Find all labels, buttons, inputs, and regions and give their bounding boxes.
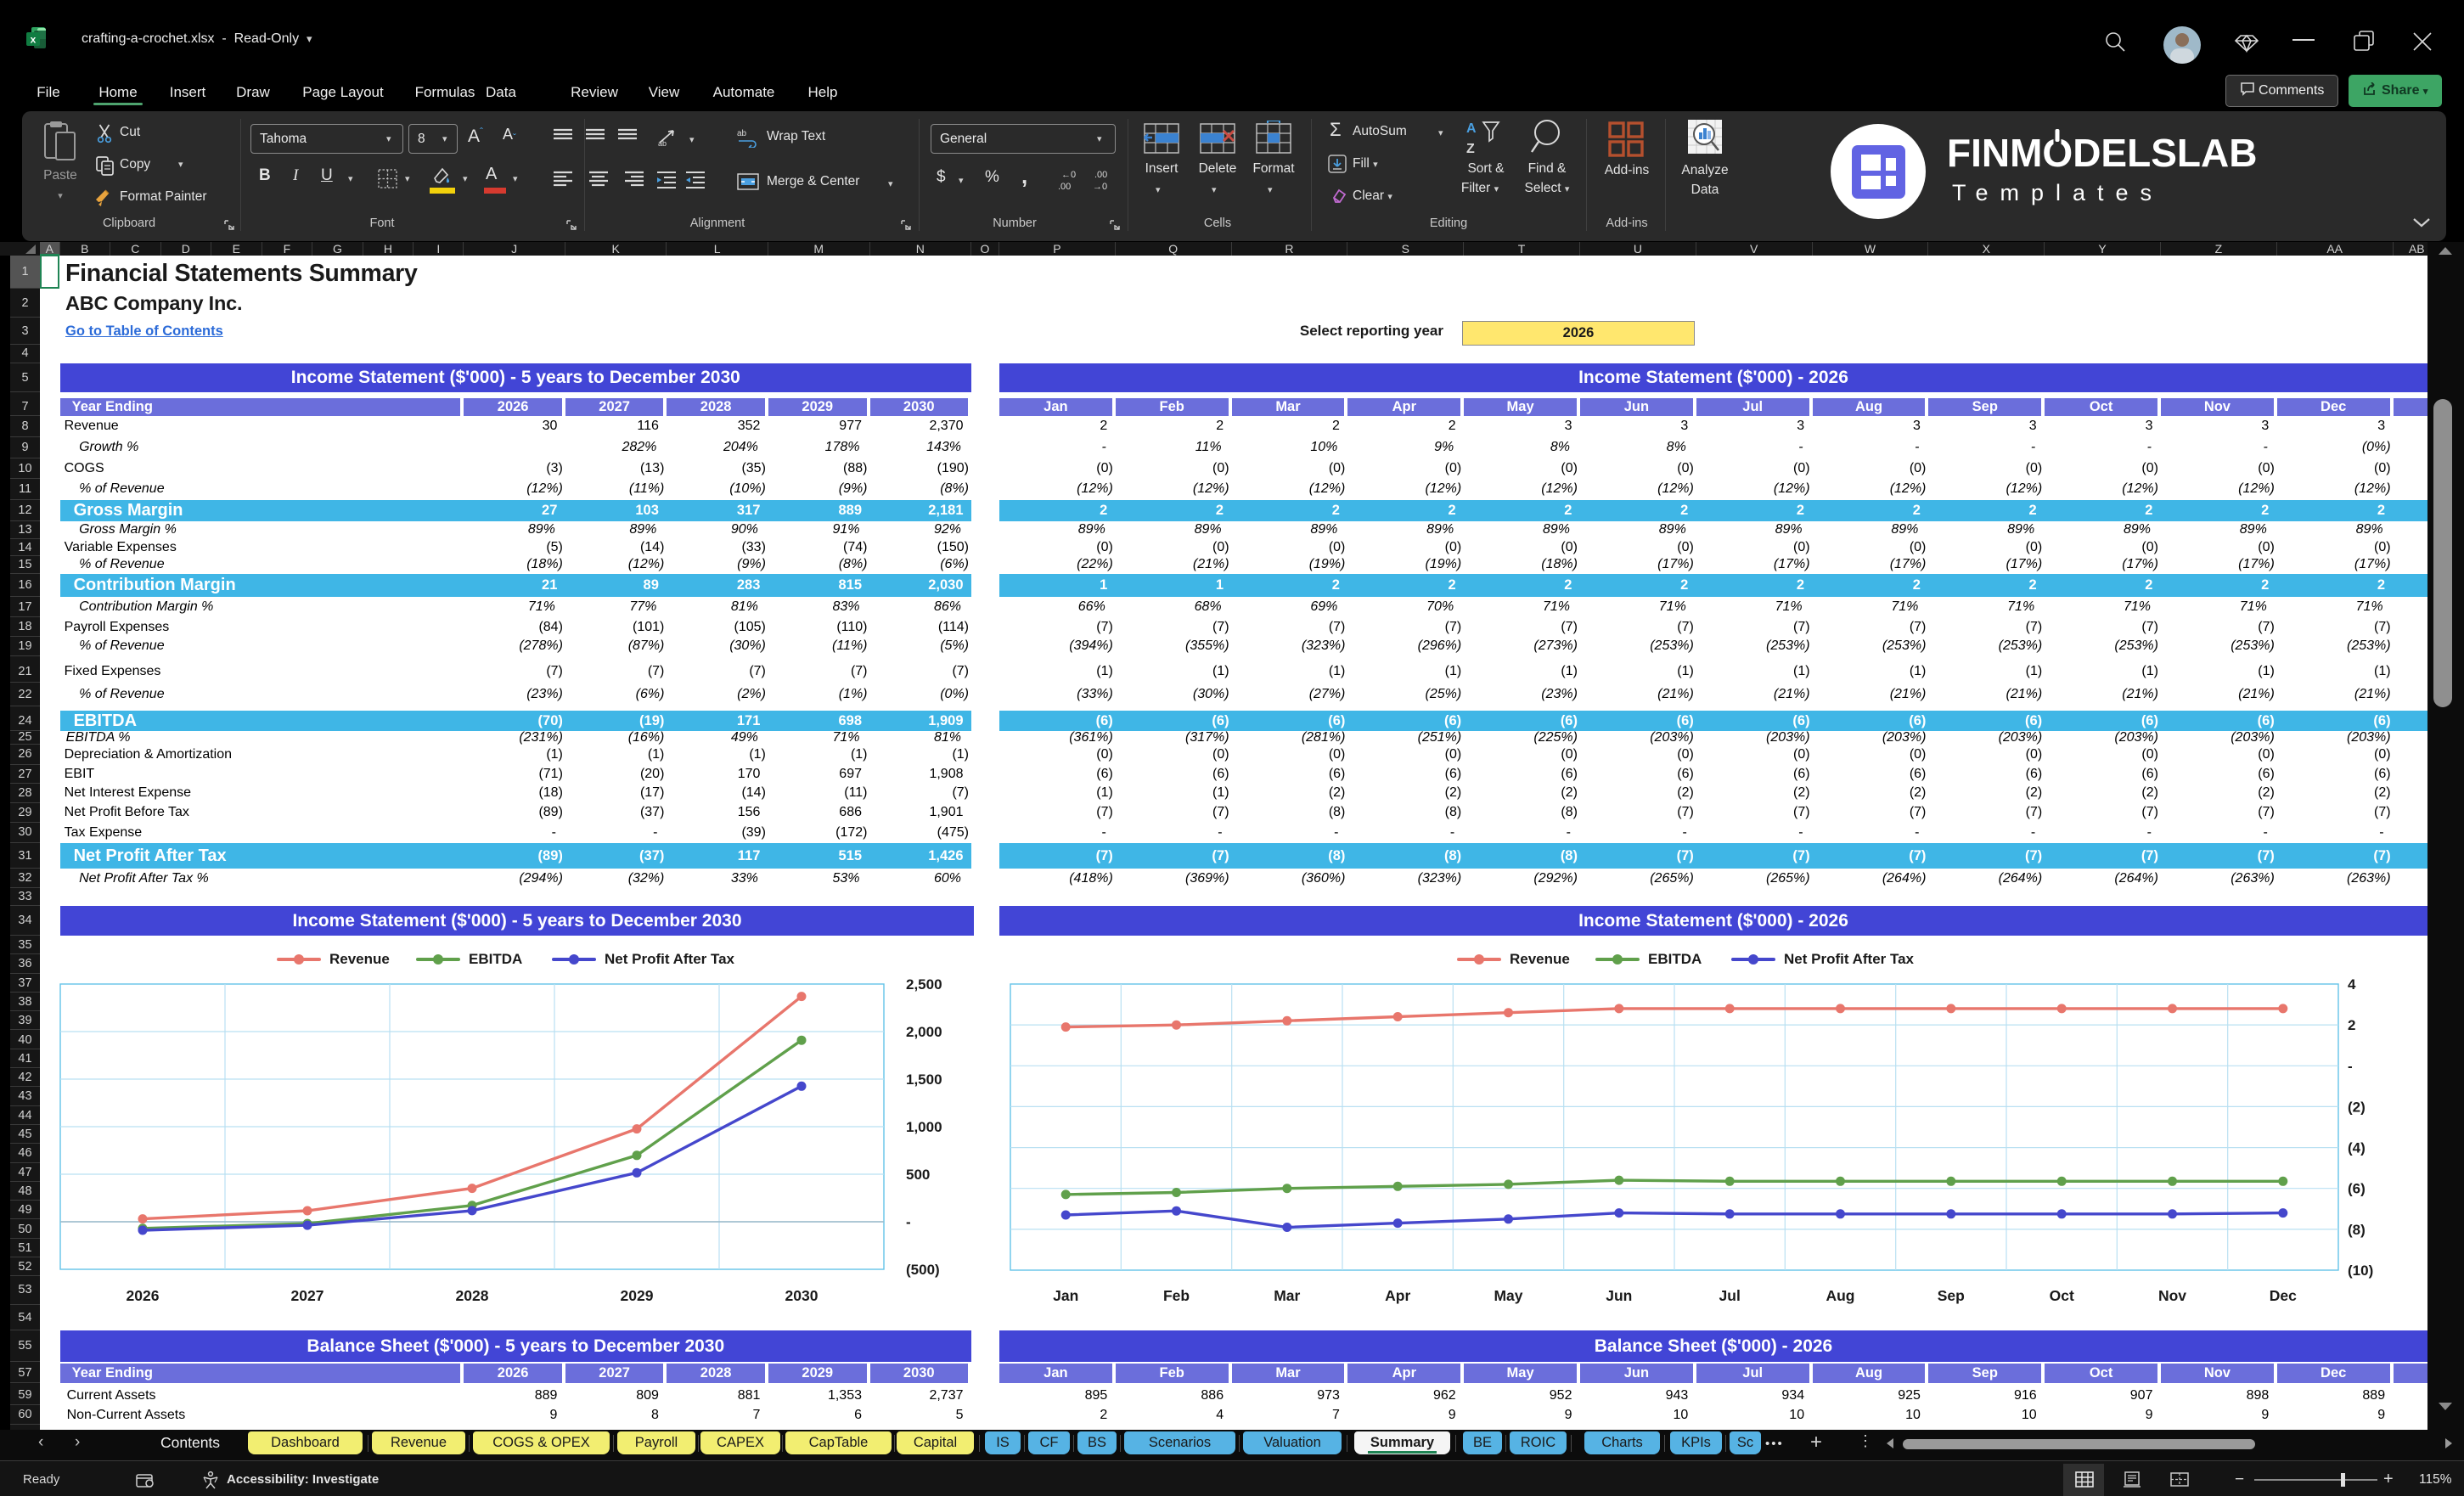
svg-text:(6): (6) <box>2348 1181 2366 1197</box>
svg-text:Aug: Aug <box>1825 1287 1854 1304</box>
svg-text:→0: →0 <box>1093 182 1107 192</box>
svg-text:(8): (8) <box>2348 1222 2366 1238</box>
svg-text:Oct: Oct <box>2050 1287 2074 1304</box>
svg-text:2030: 2030 <box>785 1287 819 1304</box>
svg-text:2: 2 <box>2348 1017 2355 1033</box>
svg-text:.00: .00 <box>1058 182 1071 192</box>
svg-text:Jul: Jul <box>1719 1287 1741 1304</box>
svg-text:-: - <box>906 1214 911 1230</box>
svg-text:Mar: Mar <box>1274 1287 1300 1304</box>
svg-text:2027: 2027 <box>291 1287 324 1304</box>
svg-text:(500): (500) <box>906 1262 940 1278</box>
svg-text:(10): (10) <box>2348 1263 2373 1279</box>
svg-text:Feb: Feb <box>1163 1287 1190 1304</box>
svg-text:2028: 2028 <box>456 1287 489 1304</box>
svg-text:Jun: Jun <box>1606 1287 1632 1304</box>
svg-text:(4): (4) <box>2348 1140 2366 1156</box>
svg-text:2029: 2029 <box>621 1287 654 1304</box>
svg-text:1,000: 1,000 <box>906 1119 942 1135</box>
svg-text:May: May <box>1494 1287 1522 1304</box>
svg-text:Nov: Nov <box>2158 1287 2186 1304</box>
svg-text:Z: Z <box>1466 142 1475 156</box>
svg-text:←0: ←0 <box>1061 170 1076 180</box>
svg-text:ab: ab <box>658 139 667 148</box>
svg-text:Sep: Sep <box>1938 1287 1965 1304</box>
svg-text:Jan: Jan <box>1053 1287 1078 1304</box>
svg-text:ab: ab <box>737 129 747 138</box>
svg-text:Dec: Dec <box>2270 1287 2297 1304</box>
svg-text:.00: .00 <box>1094 170 1107 180</box>
svg-text:-: - <box>2348 1058 2353 1074</box>
svg-text:2,000: 2,000 <box>906 1024 942 1040</box>
svg-text:(2): (2) <box>2348 1099 2366 1115</box>
svg-text:A: A <box>1466 121 1477 136</box>
svg-text:4: 4 <box>2348 976 2356 993</box>
svg-text:2026: 2026 <box>127 1287 160 1304</box>
svg-text:500: 500 <box>906 1167 930 1183</box>
svg-text:1,500: 1,500 <box>906 1071 942 1088</box>
svg-text:x: x <box>31 34 37 46</box>
svg-text:2,500: 2,500 <box>906 976 942 993</box>
svg-text:Apr: Apr <box>1385 1287 1410 1304</box>
